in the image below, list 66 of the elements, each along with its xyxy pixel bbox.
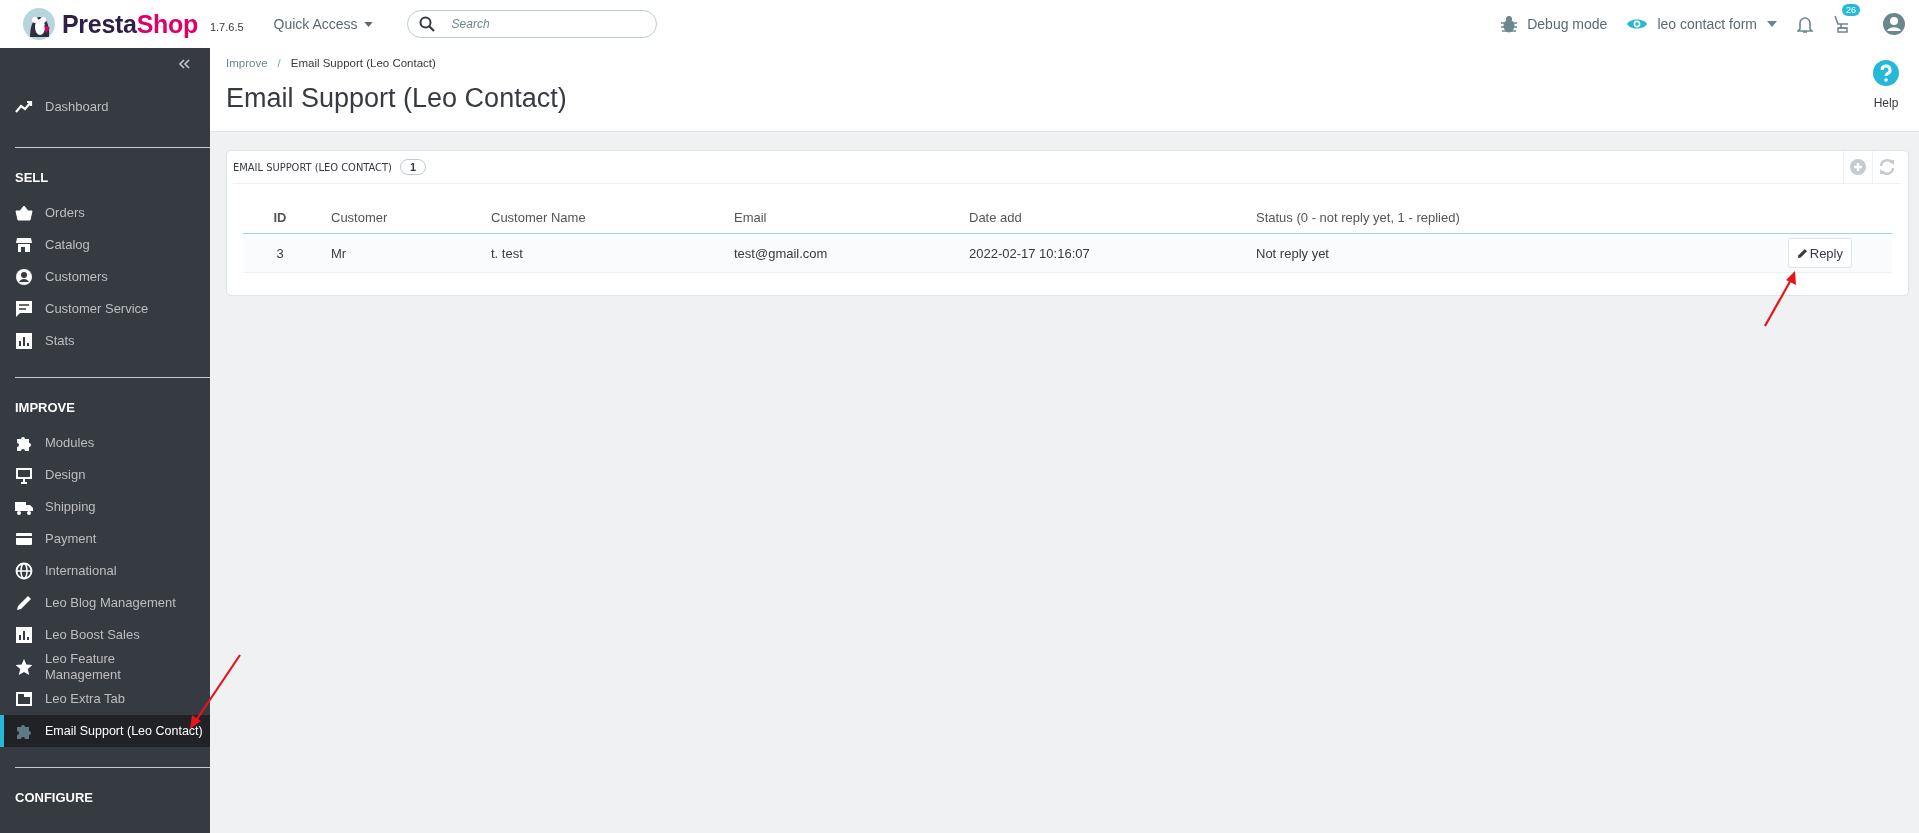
reply-button[interactable]: Reply bbox=[1787, 238, 1852, 268]
card-icon bbox=[15, 530, 33, 548]
sidebar-item[interactable]: Leo Blog Management bbox=[0, 587, 210, 619]
store-icon bbox=[15, 236, 33, 254]
annotation-arrow bbox=[1764, 271, 1796, 327]
search-field[interactable]: Search bbox=[406, 10, 657, 38]
notification-count: 26 bbox=[1842, 4, 1860, 16]
version-text: 1.7.6.5 bbox=[209, 21, 244, 33]
globe-icon bbox=[15, 562, 33, 580]
sidebar-item[interactable]: Catalog bbox=[0, 229, 210, 261]
puzzle-icon bbox=[15, 722, 33, 740]
monitor-icon bbox=[15, 466, 33, 484]
sidebar-item[interactable]: Payment bbox=[0, 523, 210, 555]
quick-access-menu[interactable]: Quick Access bbox=[267, 15, 379, 33]
table-cell: t. test bbox=[491, 245, 523, 261]
shop-name-link[interactable]: leo contact form bbox=[1657, 16, 1757, 32]
orders-icon[interactable] bbox=[1833, 14, 1851, 34]
bell-icon bbox=[1797, 14, 1813, 34]
bug-icon bbox=[1501, 15, 1518, 33]
person-icon bbox=[15, 268, 33, 286]
user-icon[interactable] bbox=[1883, 13, 1905, 35]
page-title: Email Support (Leo Contact) bbox=[226, 83, 567, 114]
table-cell: Mr bbox=[331, 245, 347, 261]
sidebar-item[interactable]: International bbox=[0, 555, 210, 587]
sidebar-item[interactable]: Leo Extra Tab bbox=[0, 683, 210, 715]
sidebar-item[interactable]: Customer Service bbox=[0, 293, 210, 325]
sidebar-item[interactable]: Dashboard bbox=[0, 91, 210, 123]
panel-title: EMAIL SUPPORT (LEO CONTACT) bbox=[233, 160, 392, 174]
table-cell: 3 bbox=[276, 245, 284, 261]
sidebar-item[interactable]: Leo Feature Management bbox=[0, 651, 210, 683]
logo-icon bbox=[22, 7, 56, 41]
sidebar-item[interactable]: Orders bbox=[0, 197, 210, 229]
section-heading: IMPROVE bbox=[15, 399, 76, 417]
bar-chart-icon bbox=[15, 626, 33, 644]
breadcrumb-separator: / bbox=[277, 57, 281, 69]
logo-text: PrestaShop bbox=[62, 9, 198, 39]
sidebar-item[interactable]: Modules bbox=[0, 427, 210, 459]
section-heading: SELL bbox=[15, 169, 50, 187]
help-icon bbox=[1873, 60, 1899, 86]
sidebar-item[interactable]: Stats bbox=[0, 325, 210, 357]
chat-icon bbox=[15, 300, 33, 318]
breadcrumb-link[interactable]: Improve bbox=[226, 57, 268, 69]
sidebar-item[interactable]: Shipping bbox=[0, 491, 210, 523]
debug-mode-label: Debug mode bbox=[1527, 16, 1608, 32]
caret-icon bbox=[1767, 21, 1777, 27]
help-button[interactable]: Help bbox=[1867, 48, 1905, 131]
table-cell: test@gmail.com bbox=[734, 245, 828, 261]
puzzle-icon bbox=[15, 434, 33, 452]
window-icon bbox=[15, 690, 33, 708]
bar-chart-icon bbox=[15, 332, 33, 350]
table-cell: 2022-02-17 10:16:07 bbox=[969, 245, 1090, 261]
sidebar-item[interactable]: Leo Boost Sales bbox=[0, 619, 210, 651]
pencil-icon bbox=[1796, 247, 1808, 259]
sidebar-item[interactable]: Email Support (Leo Contact) bbox=[0, 715, 210, 747]
search-icon bbox=[418, 16, 435, 32]
collapse-icon[interactable] bbox=[178, 59, 190, 69]
table-cell: Not reply yet bbox=[1256, 245, 1329, 261]
breadcrumb-current: Email Support (Leo Contact) bbox=[290, 57, 436, 69]
sidebar-item[interactable]: Customers bbox=[0, 261, 210, 293]
section-heading: CONFIGURE bbox=[15, 789, 94, 807]
caret-icon bbox=[363, 21, 373, 27]
eye-icon bbox=[1627, 17, 1648, 31]
basket-icon bbox=[15, 204, 33, 222]
pencil-icon bbox=[15, 594, 33, 612]
sidebar-item[interactable]: Design bbox=[0, 459, 210, 491]
star-icon bbox=[15, 658, 33, 676]
